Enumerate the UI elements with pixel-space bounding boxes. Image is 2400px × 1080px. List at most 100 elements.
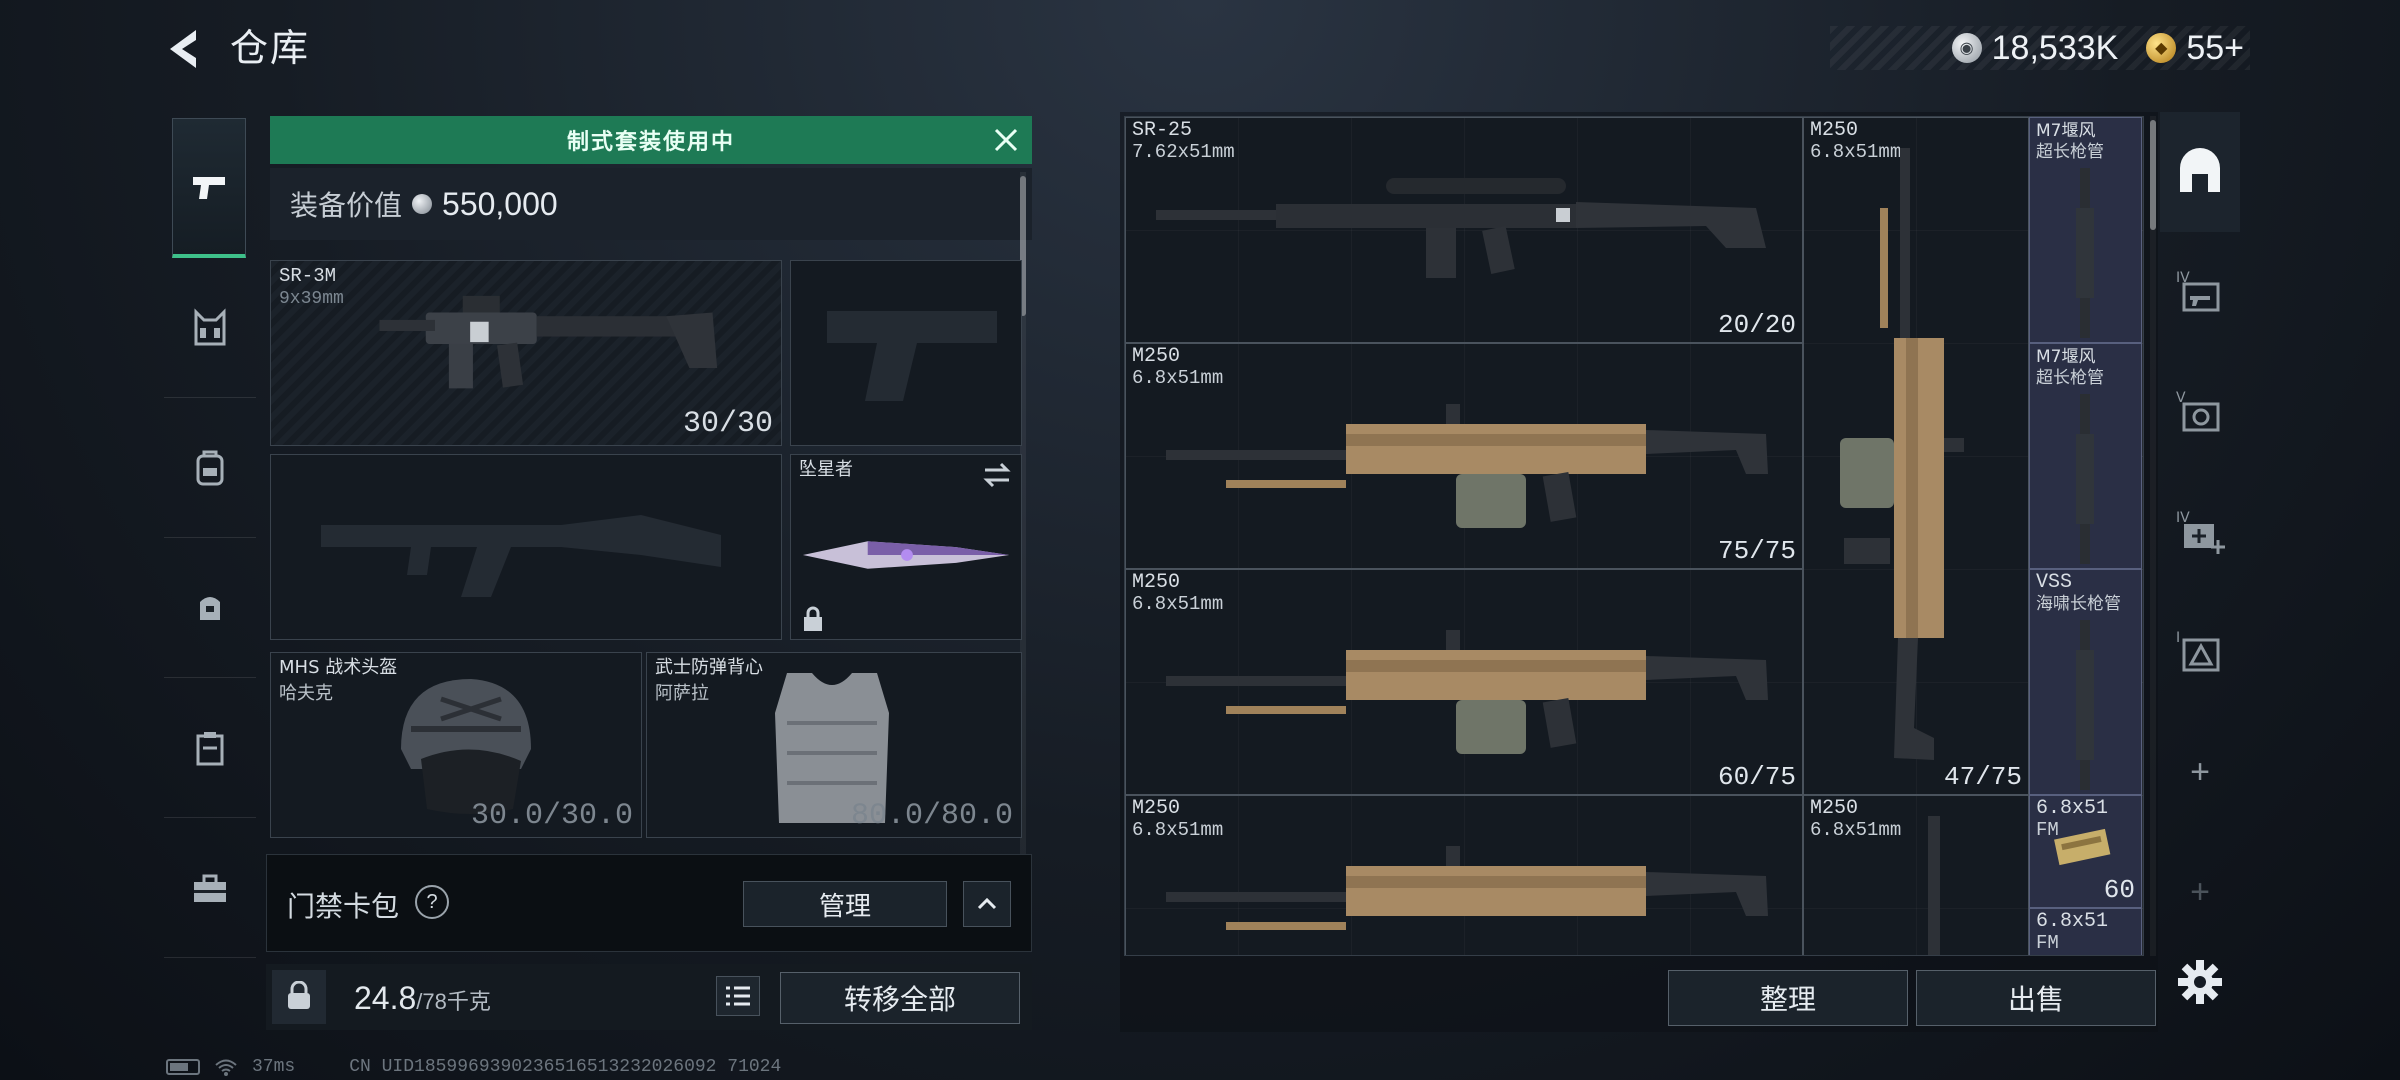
tool-medkit-storage[interactable]: IV [2160, 472, 2240, 592]
item-name: M7堰风 [2036, 121, 2096, 141]
machine-gun-icon [1166, 846, 1768, 930]
item-caliber: 超长枪管 [2036, 142, 2104, 162]
barrel-icon [1928, 816, 1940, 955]
page-title: 仓库 [230, 28, 311, 70]
helmet-durability: 30.0/30.0 [470, 799, 633, 833]
stash-item-m250-vertical[interactable]: M250 6.8x51mm 47/75 [1803, 117, 2029, 795]
rail-tab-case[interactable] [164, 678, 256, 818]
stash-item-m250[interactable]: M250 6.8x51mm [1125, 795, 1803, 955]
sniper-rifle-icon [1156, 178, 1766, 278]
chevron-up-icon [977, 897, 997, 910]
item-name: VSS [2036, 571, 2073, 594]
item-count: 60 [2103, 875, 2135, 905]
gun-storage-icon: IV [2176, 270, 2220, 312]
help-icon[interactable]: ? [415, 885, 449, 919]
chest-rig-icon [194, 307, 226, 345]
current-weight: 24.8 [354, 980, 417, 1016]
svg-text:IV: IV [2176, 510, 2190, 526]
stash-item-m250[interactable]: M250 6.8x51mm 75/75 [1125, 343, 1803, 569]
melee-slot[interactable]: 坠星者 [790, 454, 1022, 640]
weight-icon [272, 970, 326, 1024]
secondary-weapon-slot[interactable] [270, 454, 782, 640]
swap-arrows-icon[interactable] [981, 459, 1013, 491]
armor-name: 武士防弹背心 [655, 657, 763, 678]
sidearm-slot[interactable] [790, 260, 1022, 446]
tool-add-storage[interactable]: + [2160, 712, 2240, 832]
armor-slot[interactable]: 武士防弹背心 阿萨拉 80.0/80.0 [646, 652, 1022, 838]
ammo-box-icon [2054, 828, 2111, 866]
clipboard-icon [196, 731, 224, 765]
rail-tab-backpack[interactable] [164, 398, 256, 538]
machine-gun-icon [1166, 404, 1768, 528]
silver-coin-icon: ◉ [1951, 33, 1982, 63]
weight-bar: 24.8/78千克 转移全部 [266, 964, 1032, 1030]
manage-button[interactable]: 管理 [743, 881, 947, 927]
sell-button[interactable]: 出售 [1916, 970, 2156, 1026]
barrel-icon [2076, 394, 2094, 564]
keycard-pack-row: 门禁卡包 ? 管理 [266, 854, 1032, 952]
backpack-icon [196, 450, 224, 485]
preset-banner: 制式套装使用中 [270, 116, 1032, 164]
uid-readout: CN UID1859969390236516513232026092 71024 [349, 1057, 782, 1077]
stash-item-m250-vertical[interactable]: M250 6.8x51mm [1803, 795, 2029, 955]
machine-gun-icon [1166, 630, 1768, 754]
primary-weapon-slot[interactable]: SR-3M 9x39mm 30/30 [270, 260, 782, 446]
settings-button[interactable] [2160, 922, 2240, 1042]
rail-tab-chest-rig[interactable] [164, 258, 256, 398]
gold-amount[interactable]: 55+ [2186, 29, 2244, 68]
close-icon[interactable] [990, 124, 1022, 156]
camera-storage-icon: V [2176, 390, 2220, 432]
list-view-button[interactable] [716, 976, 760, 1016]
stash-scrollbar[interactable] [2150, 116, 2156, 956]
barrel-icon [2076, 168, 2094, 338]
stash-item-ammo[interactable]: 6.8x51 FM 60 [2029, 795, 2142, 908]
tool-gun-storage[interactable]: IV [2160, 232, 2240, 352]
lock-icon [804, 606, 822, 631]
tool-main-stash[interactable] [2160, 112, 2240, 232]
plus-icon: + [2190, 872, 2210, 911]
medkit-storage-icon: IV [2176, 510, 2225, 554]
helmet-icon [401, 679, 531, 814]
item-count: 20/20 [1717, 310, 1796, 340]
stash-item-m250[interactable]: M250 6.8x51mm 60/75 [1125, 569, 1803, 795]
rail-tab-pouch[interactable] [164, 538, 256, 678]
silver-amount: 18,533K [1991, 28, 2119, 67]
warning-storage-icon: I [2176, 630, 2220, 672]
pouch-icon [200, 596, 220, 620]
item-name: M250 [1132, 797, 1181, 820]
stash-item-barrel[interactable]: M7堰风 超长枪管 [2029, 117, 2142, 343]
toolbox-icon [194, 874, 226, 902]
category-rail [164, 108, 256, 1008]
ammo-count: 30/30 [682, 407, 773, 441]
machine-gun-icon [1840, 148, 1964, 760]
barrel-icon [2076, 620, 2094, 790]
pistol-silhouette-icon [827, 311, 997, 401]
stash-grid[interactable]: SR-25 7.62x51mm 20/20 M250 6.8x51mm 75/7… [1124, 116, 2144, 956]
rifle-silhouette-icon [321, 515, 721, 597]
loadout-panel: 制式套装使用中 装备价值 550,000 SR-3M 9x39mm 30/30 [266, 112, 1032, 1032]
helmet-slot[interactable]: MHS 战术头盔 哈夫克 30.0/30.0 [270, 652, 642, 838]
rail-tab-weapons[interactable] [172, 118, 246, 258]
max-weight: /78千克 [416, 989, 491, 1014]
stash-item-ammo[interactable]: 6.8x51 FM [2029, 908, 2142, 955]
armor-faction: 阿萨拉 [655, 683, 709, 704]
weapon-caliber: 9x39mm [279, 289, 344, 309]
keycard-pack-label: 门禁卡包 [287, 891, 400, 922]
item-caliber: 海啸长枪管 [2036, 594, 2121, 614]
sort-button[interactable]: 整理 [1668, 970, 1908, 1026]
melee-name: 坠星者 [799, 459, 853, 480]
stash-scroll-thumb[interactable] [2150, 120, 2156, 230]
back-button[interactable] [160, 24, 210, 74]
tool-warning-storage[interactable]: I [2160, 592, 2240, 712]
expand-toggle-button[interactable] [963, 881, 1011, 927]
ping-readout: 37ms [252, 1057, 296, 1077]
tool-camera-storage[interactable]: V [2160, 352, 2240, 472]
knife-icon [802, 541, 1010, 569]
stash-item-barrel[interactable]: VSS 海啸长枪管 [2029, 569, 2142, 795]
weapon-name: SR-3M [279, 265, 337, 287]
stash-item-barrel[interactable]: M7堰风 超长枪管 [2029, 343, 2142, 569]
transfer-all-button[interactable]: 转移全部 [780, 972, 1020, 1024]
rail-tab-toolbox[interactable] [164, 818, 256, 958]
item-name: M250 [1132, 571, 1181, 594]
stash-item-sr25[interactable]: SR-25 7.62x51mm 20/20 [1125, 117, 1803, 343]
